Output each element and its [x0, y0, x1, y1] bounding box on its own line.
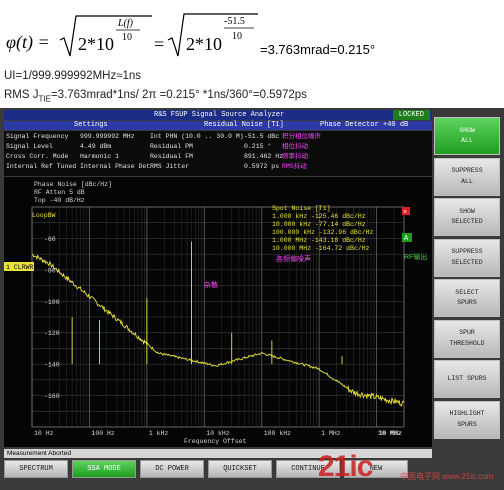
formula-exp1-num: L(f): [117, 18, 134, 29]
row-value: 999.999992 MHz: [80, 133, 135, 140]
row-rvalue: -51.5 dBc: [244, 133, 280, 140]
settings-row: Internal Ref Tuned Internal Phase Det RM…: [4, 162, 432, 171]
plot-title: Phase Noise [dBc/Hz]: [34, 181, 112, 188]
x-tick-label: 10 Hz: [34, 430, 54, 437]
settings-table: Signal Frequency 999.999992 MHz Int PHN …: [4, 131, 432, 176]
spot-noise-title: Spot Noise [T1]: [272, 205, 331, 212]
x-tick-label: 30 MHz: [378, 430, 402, 437]
fkey-ssa-mode[interactable]: SSA MODE: [72, 460, 136, 478]
rf-out-note: RF输出: [404, 252, 427, 261]
spot-noise-row: 1.000 MHz -143.18 dBc/Hz: [272, 237, 366, 244]
row-note: 频率抖动: [282, 153, 308, 160]
rms-line: RMS JTIE=3.763mrad*1ns/ 2π =0.215° *1ns/…: [4, 89, 307, 103]
softkey-show-selected[interactable]: SHOW SELECTED: [434, 198, 500, 236]
phase-formula: φ(t) = 2*10 L(f) 10 = 2*10 -51.5 10 =3.7…: [4, 4, 504, 66]
clrwr-label: 1 CLRWR: [6, 264, 33, 271]
row-note: RMS抖动: [282, 163, 307, 170]
row-note: 积分相位噪声: [282, 133, 321, 140]
x-tick-label: 1 kHz: [149, 430, 169, 437]
row-note: 相位抖动: [282, 143, 308, 150]
x-tick-label: 100 Hz: [91, 430, 115, 437]
x-axis-label: Frequency Offset: [184, 438, 247, 445]
rms-sub: TIE: [38, 94, 51, 104]
fkey-dc-power[interactable]: DC POWER: [140, 460, 204, 478]
formula-lhs: φ(t) =: [6, 32, 50, 53]
spot-noise-label: 各频偏噪声: [276, 254, 311, 263]
row-rvalue: 0.5972 ps: [244, 163, 280, 170]
row-rlabel: RMS Jitter: [150, 163, 190, 170]
x-tick-label: 1 MHz: [321, 430, 341, 437]
row-label: Signal Level: [6, 143, 53, 150]
settings-row: Signal Level 4.49 dBm Residual PM 0.215 …: [4, 142, 432, 151]
status-text: Measurement Aborted: [7, 450, 71, 457]
phase-noise-line: [31, 253, 405, 408]
spot-noise-row: 10.000 kHz -77.14 dBc/Hz: [272, 221, 366, 228]
plot-top: Top -40 dB/Hz: [34, 197, 85, 204]
locked-badge: LOCKED: [392, 110, 430, 120]
formula-eq: =: [154, 34, 164, 54]
y-tick-label: -140: [44, 362, 60, 369]
x-tick-label: 10 kHz: [206, 430, 230, 437]
row-value: Harmonic 1: [80, 153, 120, 160]
row-label: Signal Frequency: [6, 133, 69, 140]
row-value: 4.49 dBm: [80, 143, 112, 150]
row-rlabel: Int PHN (10.0 .. 30.0 M): [150, 133, 244, 140]
row-rvalue: 0.215 °: [244, 143, 272, 150]
formula-graphic: φ(t) = 2*10 L(f) 10 = 2*10 -51.5 10: [6, 13, 258, 57]
formula-result: =3.763mrad=0.215°: [260, 42, 376, 57]
header-detector: Phase Detector +40 dB: [320, 121, 409, 129]
softkey-highlight-spurs[interactable]: HIGHLIGHT SPURS: [434, 400, 500, 439]
rms-rest: =3.763mrad*1ns/ 2π =0.215° *1ns/360°=0.5…: [50, 89, 307, 101]
formula-base-2: 2*10: [186, 34, 222, 54]
row-value: Internal Phase Det: [80, 163, 151, 170]
close-icon-glyph: ×: [403, 209, 407, 216]
y-tick-label: -100: [44, 299, 60, 306]
spot-noise-row: 100.000 kHz -132.96 dBc/Hz: [272, 229, 374, 236]
analyzer-titlebar: R&S FSUP Signal Source Analyzer LOCKED: [4, 110, 432, 120]
row-label: Internal Ref Tuned: [6, 163, 77, 170]
ui-line: UI=1/999.999992MHz≈1ns: [4, 70, 142, 82]
softkey-list-spurs[interactable]: LIST SPURS: [434, 360, 500, 398]
y-tick-label: -60: [44, 236, 56, 243]
y-tick-label: -120: [44, 330, 60, 337]
formula-exp2-den: 10: [232, 31, 242, 42]
formula-base-1: 2*10: [78, 34, 114, 54]
y-tick-label: -160: [44, 393, 60, 400]
loop-bw-label: LoopBW: [32, 212, 56, 219]
spot-noise-row: 10.000 MHz -164.72 dBc/Hz: [272, 245, 370, 252]
spot-noise-row: 1.000 kHz -125.46 dBc/Hz: [272, 213, 366, 220]
settings-row: Cross Corr. Mode Harmonic 1 Residual FM …: [4, 152, 432, 161]
softkey-show-all[interactable]: SHOW ALL: [434, 117, 500, 155]
row-label: Cross Corr. Mode: [6, 153, 69, 160]
softkey-select-spurs[interactable]: SELECT SPURS: [434, 279, 500, 317]
x-ticks: 10 Hz 100 Hz 1 kHz 10 kHz 100 kHz 1 MHz 10 MHz…: [34, 430, 402, 437]
header-residual: Residual Noise [T1]: [204, 121, 284, 129]
row-rlabel: Residual FM: [150, 153, 193, 160]
formula-exp1-den: 10: [122, 32, 132, 43]
phase-noise-plot: Phase Noise [dBc/Hz] RF Atten 5 dB Top -…: [4, 177, 432, 447]
analyzer-title: R&S FSUP Signal Source Analyzer: [154, 111, 285, 119]
softkey-suppress-selected[interactable]: SUPPRESS SELECTED: [434, 238, 500, 277]
row-rvalue: 891.462 Hz: [244, 153, 284, 160]
phase-noise-trace: [31, 241, 405, 408]
fkey-spectrum[interactable]: SPECTRUM: [4, 460, 68, 478]
formula-exp2-num: -51.5: [224, 16, 245, 27]
x-tick-label: 100 kHz: [264, 430, 291, 437]
y-ticks: -60 -80 -100 -120 -140 -160: [44, 236, 60, 400]
row-rlabel: Residual PM: [150, 143, 193, 150]
table-header: Settings Residual Noise [T1] Phase Detec…: [4, 121, 432, 130]
softkey-suppress-all[interactable]: SUPPRESS ALL: [434, 157, 500, 196]
y-tick-label: -80: [44, 267, 56, 274]
rms-prefix: RMS J: [4, 89, 39, 101]
settings-row: Signal Frequency 999.999992 MHz Int PHN …: [4, 132, 432, 141]
softkey-spur-threshold[interactable]: SPUR THRESHOLD: [434, 319, 500, 358]
plot-atten: RF Atten 5 dB: [34, 189, 85, 196]
watermark-logo: 21ic: [318, 450, 373, 483]
phase-noise-chart: Phase Noise [dBc/Hz] RF Atten 5 dB Top -…: [4, 181, 427, 445]
spur-note: 杂散: [204, 280, 218, 289]
watermark-sub: 中国电子网 www.21ic.com: [400, 472, 494, 481]
fkey-quickset[interactable]: QUICKSET: [208, 460, 272, 478]
header-settings: Settings: [74, 121, 108, 129]
